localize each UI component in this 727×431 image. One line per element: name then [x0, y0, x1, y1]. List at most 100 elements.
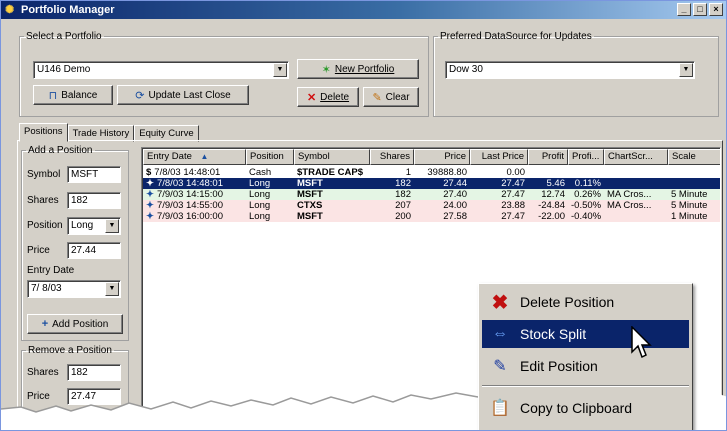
add-position-label: Add Position: [52, 318, 109, 330]
header-profit-pct[interactable]: Profi...: [568, 149, 604, 165]
maximize-button[interactable]: □: [693, 3, 707, 16]
cell-last-price: 0.00: [506, 167, 526, 178]
header-symbol[interactable]: Symbol: [294, 149, 370, 165]
header-price[interactable]: Price: [414, 149, 470, 165]
chevron-down-icon[interactable]: ▼: [679, 63, 693, 77]
cell-scale: 5 Minute: [671, 200, 708, 211]
cell-price: 27.40: [443, 189, 467, 200]
shares-input[interactable]: 182: [67, 192, 121, 209]
sort-ascending-icon: ▲: [200, 152, 209, 161]
window-controls: _ □ ×: [677, 3, 723, 16]
cell-shares: 200: [395, 211, 411, 222]
new-portfolio-button[interactable]: ✶ New Portfolio: [297, 59, 419, 79]
header-chart-script[interactable]: ChartScr...: [604, 149, 668, 165]
pencil-icon: ✎: [493, 358, 507, 375]
delete-x-icon: ✖: [491, 291, 509, 314]
table-row[interactable]: ✦ 7/9/03 16:00:00 Long MSFT 200 27.58 27.47 -22…: [143, 211, 720, 222]
symbol-label: Symbol: [27, 169, 61, 180]
cell-entry-date: $7/8/03 14:48:01: [143, 167, 246, 178]
clipboard-icon: 📋: [490, 400, 510, 417]
cell-entry-date: ✦ 7/8/03 14:48:01: [143, 178, 246, 189]
refresh-icon: ⟳: [135, 89, 145, 102]
cell-chart-script: MA Cros...: [607, 189, 652, 200]
header-shares[interactable]: Shares: [370, 149, 414, 165]
portfolio-manager-window: ✺ Portfolio Manager _ □ × Select a Portf…: [0, 0, 727, 431]
update-last-close-button[interactable]: ⟳ Update Last Close: [117, 85, 249, 105]
table-row[interactable]: ✦ 7/9/03 14:15:00 Long MSFT 182 27.40 27.47 12.…: [143, 189, 720, 200]
clear-button[interactable]: ✎ Clear: [363, 87, 419, 107]
cell-profit-pct: -0.40%: [571, 211, 602, 222]
header-entry-date[interactable]: Entry Date ▲: [143, 149, 246, 165]
balance-icon: ⊓: [48, 89, 58, 102]
cell-symbol: MSFT: [297, 178, 323, 189]
balance-button[interactable]: ⊓ Balance: [33, 85, 113, 105]
clear-label: Clear: [385, 91, 410, 103]
title-bar[interactable]: ✺ Portfolio Manager _ □ ×: [1, 1, 726, 19]
cell-profit-pct: [568, 167, 604, 178]
cell-profit: -22.00: [538, 211, 565, 222]
remove-shares-label: Shares: [27, 367, 59, 378]
chevron-down-icon[interactable]: ▼: [273, 63, 287, 77]
cell-last-price: 23.88: [501, 200, 525, 211]
menu-delete-position[interactable]: ✖ Delete Position: [482, 288, 689, 316]
datasource-select[interactable]: Dow 30 ▼: [445, 61, 695, 79]
header-position[interactable]: Position: [246, 149, 294, 165]
entry-date-picker[interactable]: 7/ 8/03 ▼: [27, 280, 121, 298]
menu-delete-position-label: Delete Position: [520, 294, 615, 310]
minimize-button[interactable]: _: [677, 3, 691, 16]
cell-chart-script: [604, 211, 668, 222]
position-select-value: Long: [71, 220, 94, 231]
cell-entry-date: ✦ 7/9/03 16:00:00: [143, 211, 246, 222]
header-last-price[interactable]: Last Price: [470, 149, 528, 165]
context-menu: ✖ Delete Position ⇔ Stock Split ✎ Edit P…: [478, 283, 693, 430]
app-icon: ✺: [5, 4, 15, 16]
cell-symbol: $TRADE CAP$: [297, 167, 363, 178]
cell-symbol: CTXS: [297, 200, 323, 211]
price-label: Price: [27, 245, 50, 256]
cell-scale: 5 Minute: [671, 189, 708, 200]
chevron-down-icon[interactable]: ▼: [105, 282, 119, 296]
entry-date-text: 7/9/03 14:55:00: [156, 200, 224, 211]
entry-date-text: 7/9/03 14:15:00: [156, 189, 224, 200]
tab-positions[interactable]: Positions: [19, 123, 68, 142]
portfolio-select[interactable]: U146 Demo ▼: [33, 61, 289, 79]
position-icon: ✦: [146, 200, 154, 211]
cell-chart-script: [604, 178, 668, 189]
menu-edit-position[interactable]: ✎ Edit Position: [482, 352, 689, 380]
header-scale[interactable]: Scale: [668, 149, 720, 165]
menu-stock-split[interactable]: ⇔ Stock Split: [482, 320, 689, 348]
entry-date-label: Entry Date: [27, 265, 75, 276]
table-row[interactable]: ✦ 7/9/03 14:55:00 Long CTXS 207 24.00 23.88 -24…: [143, 200, 720, 211]
chevron-down-icon[interactable]: ▼: [105, 219, 119, 233]
add-position-button[interactable]: + Add Position: [27, 314, 123, 334]
update-last-close-label: Update Last Close: [148, 89, 231, 101]
add-position-legend: Add a Position: [28, 145, 93, 156]
close-button[interactable]: ×: [709, 3, 723, 16]
price-input[interactable]: 27.44: [67, 242, 121, 259]
cell-profit: 5.46: [546, 178, 566, 189]
cell-shares: 1: [405, 167, 411, 178]
menu-copy-to-clipboard[interactable]: 📋 Copy to Clipboard: [482, 394, 689, 422]
plus-icon: +: [41, 318, 49, 330]
table-row[interactable]: ✦ 7/8/03 14:48:01 Long MSFT 182 27.44 27.47 5.4…: [143, 178, 720, 189]
cell-scale: 1 Minute: [671, 211, 708, 222]
position-label: Position: [27, 220, 63, 231]
delete-button[interactable]: ✕ Delete: [297, 87, 359, 107]
cell-chart-script: MA Cros...: [607, 200, 652, 211]
tab-strip: Positions Trade History Equity Curve: [19, 123, 199, 142]
menu-edit-position-label: Edit Position: [520, 358, 598, 374]
symbol-input[interactable]: MSFT: [67, 166, 121, 183]
datasource-value: Dow 30: [449, 64, 483, 75]
cell-profit: 12.74: [541, 189, 565, 200]
header-entry-date-label: Entry Date: [147, 151, 192, 162]
cash-icon: $: [146, 167, 152, 178]
cell-position: Long: [249, 189, 271, 200]
portfolio-select-value: U146 Demo: [37, 64, 91, 75]
position-icon: ✦: [146, 178, 154, 189]
position-select[interactable]: Long ▼: [67, 217, 121, 235]
header-profit[interactable]: Profit: [528, 149, 568, 165]
table-row[interactable]: $7/8/03 14:48:01 Cash $TRADE CAP$ 1 39888.80…: [143, 167, 720, 178]
cell-chart-script: [604, 167, 668, 178]
cell-profit-pct: 0.26%: [574, 189, 601, 200]
cell-shares: 182: [395, 189, 411, 200]
